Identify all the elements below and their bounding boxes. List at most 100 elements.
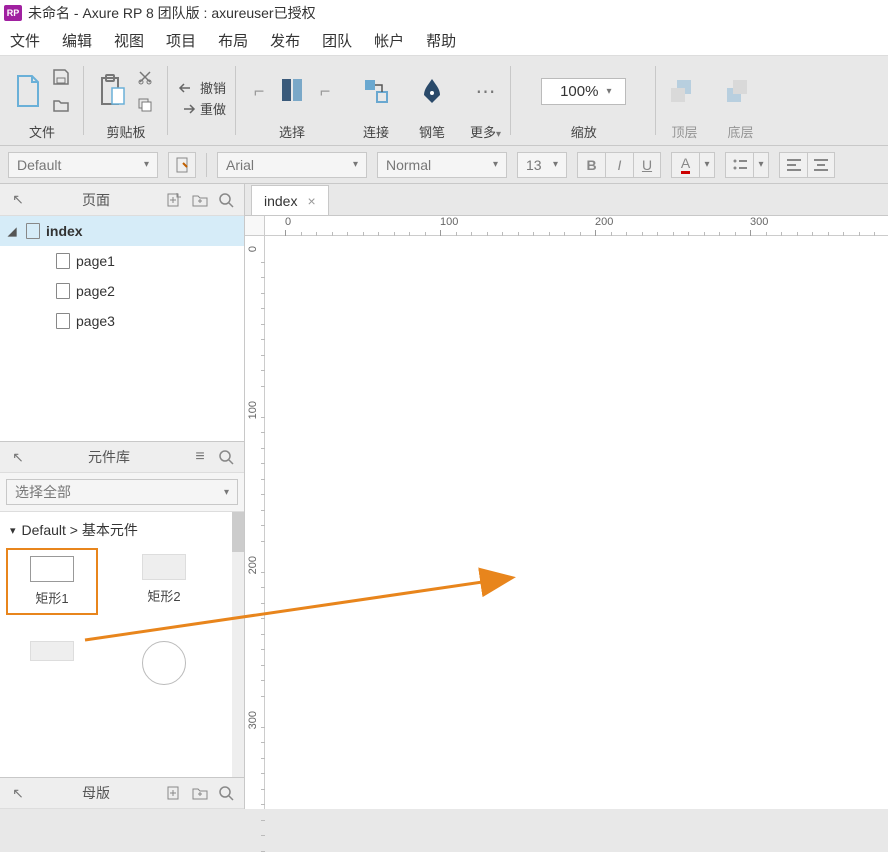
tool-group-select: ⌐ ⌐ 选择 (236, 56, 348, 145)
select-tool-icon[interactable] (274, 73, 310, 109)
undo-button[interactable]: 撤销 (178, 78, 226, 97)
menu-view[interactable]: 视图 (114, 30, 144, 51)
connect-tool-icon[interactable] (358, 73, 394, 109)
canvas-area: index × 0100200300 0100200300 (245, 184, 888, 809)
widget-rect3[interactable] (6, 635, 98, 691)
zoom-label: 缩放 (571, 122, 597, 141)
style-apply-icon[interactable] (168, 152, 196, 178)
tool-group-front: 顶层 (656, 56, 712, 145)
widget-rect1[interactable]: 矩形1 (6, 548, 98, 615)
document-tabstrip: index × (245, 184, 888, 216)
bullets-button[interactable] (725, 152, 753, 178)
add-folder-icon[interactable] (190, 190, 210, 210)
page-row-page3[interactable]: page3 (0, 306, 244, 336)
menu-file[interactable]: 文件 (10, 30, 40, 51)
ruler-vertical[interactable]: 0100200300 (245, 236, 265, 809)
page-icon (56, 283, 70, 299)
menu-layout[interactable]: 布局 (218, 30, 248, 51)
zoom-combo[interactable]: 100% ▾ (541, 78, 626, 105)
ruler-horizontal[interactable]: 0100200300 (265, 216, 888, 236)
collapse-arrow-icon[interactable]: ↖ (8, 190, 28, 210)
font-color-group: A ▾ (671, 152, 715, 178)
bracket-left-icon: ⌐ (246, 78, 272, 104)
chevron-down-icon: ▾ (10, 524, 16, 537)
underline-button[interactable]: U (633, 152, 661, 178)
search-icon[interactable] (216, 783, 236, 803)
collapse-arrow-icon[interactable]: ↖ (8, 783, 28, 803)
bring-front-icon[interactable] (666, 73, 702, 109)
cut-icon[interactable] (132, 64, 158, 90)
page-row-page2[interactable]: page2 (0, 276, 244, 306)
tab-label: index (264, 193, 297, 209)
save-icon[interactable] (48, 64, 74, 90)
font-combo[interactable]: Arial▾ (217, 152, 367, 178)
italic-button[interactable]: I (605, 152, 633, 178)
pen-tool-icon[interactable] (414, 73, 450, 109)
page-row-page1[interactable]: page1 (0, 246, 244, 276)
tree-expand-icon[interactable]: ◢ (8, 225, 20, 238)
list-group: ▾ (725, 152, 769, 178)
more-icon[interactable]: ⋯ (473, 78, 499, 104)
style-combo[interactable]: Default▾ (8, 152, 158, 178)
zoom-value: 100% (560, 83, 598, 100)
send-back-icon[interactable] (722, 73, 758, 109)
page-icon (56, 313, 70, 329)
bullets-dropdown[interactable]: ▾ (753, 152, 769, 178)
menu-icon[interactable]: ≡ (190, 447, 210, 467)
font-color-button[interactable]: A (671, 152, 699, 178)
widget-label: 矩形2 (147, 586, 180, 605)
scrollbar[interactable] (232, 512, 244, 777)
align-group (779, 152, 835, 178)
add-master-icon[interactable] (164, 783, 184, 803)
menu-publish[interactable]: 发布 (270, 30, 300, 51)
connect-label: 连接 (363, 122, 389, 141)
front-label: 顶层 (671, 122, 697, 141)
canvas[interactable] (265, 236, 888, 809)
close-icon[interactable]: × (307, 193, 315, 209)
library-select[interactable]: 选择全部▾ (6, 479, 238, 505)
redo-button[interactable]: 重做 (178, 99, 226, 118)
search-icon[interactable] (216, 447, 236, 467)
new-file-icon[interactable] (10, 73, 46, 109)
pages-panel-header: ↖ 页面 (0, 184, 244, 216)
copy-icon[interactable] (132, 92, 158, 118)
menu-team[interactable]: 团队 (322, 30, 352, 51)
collapse-arrow-icon[interactable]: ↖ (8, 447, 28, 467)
size-combo[interactable]: 13▾ (517, 152, 567, 178)
library-title: 元件库 (34, 447, 184, 467)
bold-button[interactable]: B (577, 152, 605, 178)
page-row-index[interactable]: ◢ index (0, 216, 244, 246)
menu-project[interactable]: 项目 (166, 30, 196, 51)
add-page-icon[interactable] (164, 190, 184, 210)
clipboard-group-label: 剪贴板 (106, 122, 145, 141)
file-group-label: 文件 (29, 122, 55, 141)
weight-combo[interactable]: Normal▾ (377, 152, 507, 178)
menu-edit[interactable]: 编辑 (62, 30, 92, 51)
more-label[interactable]: 更多▾ (470, 122, 501, 141)
align-left-button[interactable] (779, 152, 807, 178)
pen-label: 钢笔 (419, 122, 445, 141)
tool-group-pen: 钢笔 (404, 56, 460, 145)
font-color-dropdown[interactable]: ▾ (699, 152, 715, 178)
select-label: 选择 (279, 122, 305, 141)
library-section-header[interactable]: ▾ Default > 基本元件 (0, 512, 244, 548)
titlebar: RP 未命名 - Axure RP 8 团队版 : axureuser已授权 (0, 0, 888, 26)
document-tab-index[interactable]: index × (251, 185, 329, 215)
widget-rect2[interactable]: 矩形2 (118, 548, 210, 615)
back-label: 底层 (727, 122, 753, 141)
menu-account[interactable]: 帐户 (374, 30, 404, 51)
paste-icon[interactable] (94, 73, 130, 109)
open-icon[interactable] (48, 92, 74, 118)
page-label: index (46, 223, 83, 239)
bracket-right-icon: ⌐ (312, 78, 338, 104)
rect-shape-icon (30, 641, 74, 661)
align-center-button[interactable] (807, 152, 835, 178)
window-title: 未命名 - Axure RP 8 团队版 : axureuser已授权 (28, 3, 316, 23)
menu-help[interactable]: 帮助 (426, 30, 456, 51)
tool-group-back: 底层 (712, 56, 768, 145)
search-icon[interactable] (216, 190, 236, 210)
add-folder-icon[interactable] (190, 783, 210, 803)
widget-ellipse[interactable] (118, 635, 210, 691)
left-panels: ↖ 页面 ◢ index page1 page2 page3 (0, 184, 245, 809)
pages-title: 页面 (34, 190, 158, 210)
